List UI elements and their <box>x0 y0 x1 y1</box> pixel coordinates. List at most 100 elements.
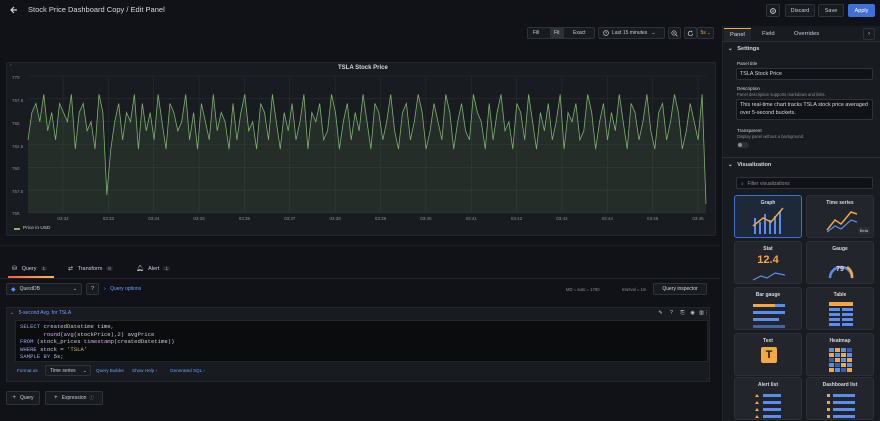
beta-circle-icon: ⓘ <box>89 395 94 400</box>
format-as-value: Time series <box>50 367 76 374</box>
visualization-section-header[interactable]: ⌄ Visualization <box>728 162 771 168</box>
tab-overrides[interactable]: Overrides <box>794 31 819 37</box>
sql-editor[interactable]: SELECT createdDatetime time, round(avg(s… <box>15 320 708 362</box>
viz-bar-gauge[interactable]: Bar gauge <box>734 287 802 330</box>
show-help-link[interactable]: Show Help › <box>132 368 157 373</box>
fill-mode-button[interactable]: Fill <box>533 30 539 36</box>
tab-transform-count: 0 <box>106 266 113 271</box>
add-query-button[interactable]: + Query <box>6 391 40 405</box>
chevron-down-icon: ⌄ <box>651 30 656 36</box>
x-tick: 03:35 <box>193 216 205 221</box>
settings-button[interactable] <box>766 4 780 17</box>
panel-title-value: TSLA Stock Price <box>740 71 782 77</box>
viz-table[interactable]: Table <box>806 287 874 330</box>
pane-splitter[interactable] <box>0 244 720 247</box>
datasource-help-button[interactable]: ? <box>86 283 99 295</box>
description-label: Description <box>737 86 760 91</box>
zoom-out-button[interactable] <box>668 27 681 39</box>
filter-placeholder: Filter visualizations <box>747 181 790 187</box>
sql-line: WHERE stock = 'TSLA' <box>20 345 88 353</box>
graph-viz-icon <box>752 207 784 234</box>
query-row-collapse[interactable]: ⌄ 5-second Avg. for TSLA <box>10 310 71 316</box>
y-tick: 770 <box>12 75 20 80</box>
x-tick: 03:44 <box>601 216 613 221</box>
format-as-select[interactable]: Time series ⌄ <box>45 365 91 376</box>
x-tick: 03:40 <box>420 216 432 221</box>
fit-mode-button[interactable]: Fit <box>550 27 564 39</box>
filter-visualizations-input[interactable]: ⌕ Filter visualizations <box>736 177 873 189</box>
legend-label[interactable]: Price in USD <box>23 226 50 231</box>
tab-transform[interactable]: ⇄ Transform 0 <box>68 265 113 272</box>
tab-alert[interactable]: 🔔︎ Alert 1 <box>136 265 170 272</box>
viz-stat[interactable]: Stat 12.4 <box>734 241 802 284</box>
questdb-logo-icon: ◆ <box>11 286 16 293</box>
panel-title: TSLA Stock Price <box>338 65 388 71</box>
viz-time-series[interactable]: Time series Beta <box>806 195 874 238</box>
add-expression-button[interactable]: + Expression ⓘ <box>45 391 103 405</box>
collapse-options-button[interactable]: › <box>863 28 875 40</box>
duplicate-icon[interactable]: ⎘ <box>679 309 686 316</box>
tab-field[interactable]: Field <box>762 31 775 37</box>
apply-button[interactable]: Apply <box>848 4 875 17</box>
datasource-picker[interactable]: ◆ QuestDB ⌄ <box>6 283 82 295</box>
panel-title-label: Panel title <box>737 61 758 66</box>
help-circle-icon[interactable]: ? <box>668 309 675 316</box>
edit-icon[interactable]: ✎ <box>657 309 664 316</box>
exact-mode-button[interactable]: Exact <box>573 30 586 36</box>
tab-query-label: Query <box>21 266 37 272</box>
settings-label: Settings <box>737 46 760 52</box>
help-circle-icon: ? <box>91 286 94 292</box>
datasource-label: QuestDB <box>19 286 40 292</box>
bar-gauge-viz-icon <box>753 304 785 328</box>
generated-sql-link[interactable]: Generated SQL › <box>170 368 205 373</box>
viz-alert-list[interactable]: Alert list <box>734 377 802 420</box>
clock-icon <box>603 30 609 36</box>
tab-query[interactable]: ⛁ Query 1 <box>12 265 48 272</box>
chevron-down-icon: ⌄ <box>706 30 711 35</box>
save-button[interactable]: Save <box>818 4 844 17</box>
tab-alert-label: Alert <box>148 266 160 272</box>
eye-icon[interactable]: ◉ <box>689 309 696 316</box>
chevron-down-icon: ⌄ <box>728 162 733 168</box>
beta-badge: Beta <box>857 227 870 234</box>
query-options-toggle[interactable]: › Query options <box>104 286 141 292</box>
x-tick: 03:36 <box>238 216 251 221</box>
discard-button[interactable]: Discard <box>785 4 815 17</box>
refresh-button[interactable] <box>684 27 697 39</box>
x-tick: 03:32 <box>57 216 69 221</box>
query-builder-link[interactable]: Query Builder <box>96 368 124 373</box>
y-tick: 762.5 <box>12 144 24 149</box>
stat-sparkline-icon <box>752 272 786 281</box>
viz-dashboard-list[interactable]: Dashboard list <box>806 377 874 420</box>
gauge-viz-value: 79 <box>836 266 844 273</box>
query-inspector-button[interactable]: Query inspector <box>653 283 707 295</box>
x-tick: 03:45 <box>647 216 659 221</box>
options-section-divider <box>722 157 880 158</box>
transparent-toggle[interactable] <box>737 142 749 148</box>
settings-section-header[interactable]: ⌄ Settings <box>728 46 759 52</box>
viz-graph[interactable]: Graph <box>734 195 802 238</box>
time-range-picker[interactable]: Last 15 minutes ⌄ <box>598 27 665 39</box>
alert-list-viz-icon <box>755 394 781 418</box>
add-query-label: Query <box>19 395 34 401</box>
heatmap-viz-icon <box>829 348 852 372</box>
back-arrow-icon[interactable] <box>8 4 20 16</box>
description-textarea[interactable]: This real-time chart tracks TSLA stock p… <box>736 99 873 120</box>
viz-text[interactable]: Text T <box>734 333 802 376</box>
refresh-icon <box>687 30 694 36</box>
panel-title-input[interactable]: TSLA Stock Price <box>736 68 873 80</box>
y-tick: 760 <box>12 166 20 171</box>
viz-gauge[interactable]: Gauge 79 <box>806 241 874 284</box>
chevron-right-icon: › <box>868 31 870 37</box>
max-datapoints-text: MD = auto = 1790 <box>566 287 600 292</box>
y-tick: 757.5 <box>12 189 24 194</box>
tab-panel[interactable]: Panel <box>724 28 751 41</box>
plus-icon: + <box>12 395 16 401</box>
search-icon: ⌕ <box>741 181 744 187</box>
drag-handle-icon[interactable]: ⋮ <box>704 309 709 316</box>
chevron-down-icon: ⌄ <box>82 367 87 374</box>
refresh-interval-picker[interactable]: 5s ⌄ <box>697 27 714 39</box>
y-tick: 755 <box>12 211 20 216</box>
x-tick: 03:39 <box>374 216 387 221</box>
viz-heatmap[interactable]: Heatmap <box>806 333 874 376</box>
